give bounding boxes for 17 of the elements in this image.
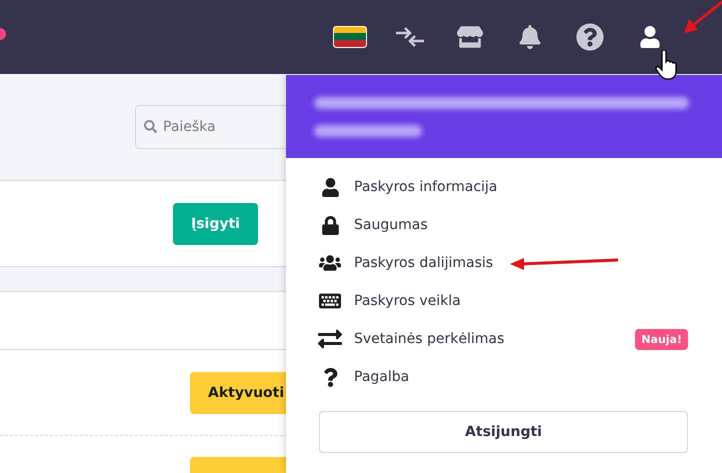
menu-item[interactable]: Paskyros dalijimasis <box>318 244 688 282</box>
menu-item[interactable]: Paskyros informacija <box>318 168 688 206</box>
flag-icon[interactable] <box>333 26 367 48</box>
menu-item[interactable]: Svetainės perkėlimas Nauja! <box>318 320 688 358</box>
bell-icon[interactable] <box>518 25 542 49</box>
annotation-arrow <box>684 0 722 33</box>
menu-item[interactable]: Saugumas <box>318 206 688 244</box>
menu-item[interactable]: Paskyros veikla <box>318 282 688 320</box>
transfer-arrows-icon[interactable] <box>395 27 425 47</box>
menu-item[interactable]: Pagalba <box>318 358 688 396</box>
swap-arrows-icon <box>318 327 342 351</box>
search-icon <box>144 120 157 133</box>
help-icon[interactable] <box>576 23 604 51</box>
user-icon[interactable] <box>639 26 661 48</box>
new-badge: Nauja! <box>635 328 688 350</box>
store-icon[interactable] <box>457 24 483 50</box>
logout-button[interactable]: Atsijungti <box>319 411 688 453</box>
